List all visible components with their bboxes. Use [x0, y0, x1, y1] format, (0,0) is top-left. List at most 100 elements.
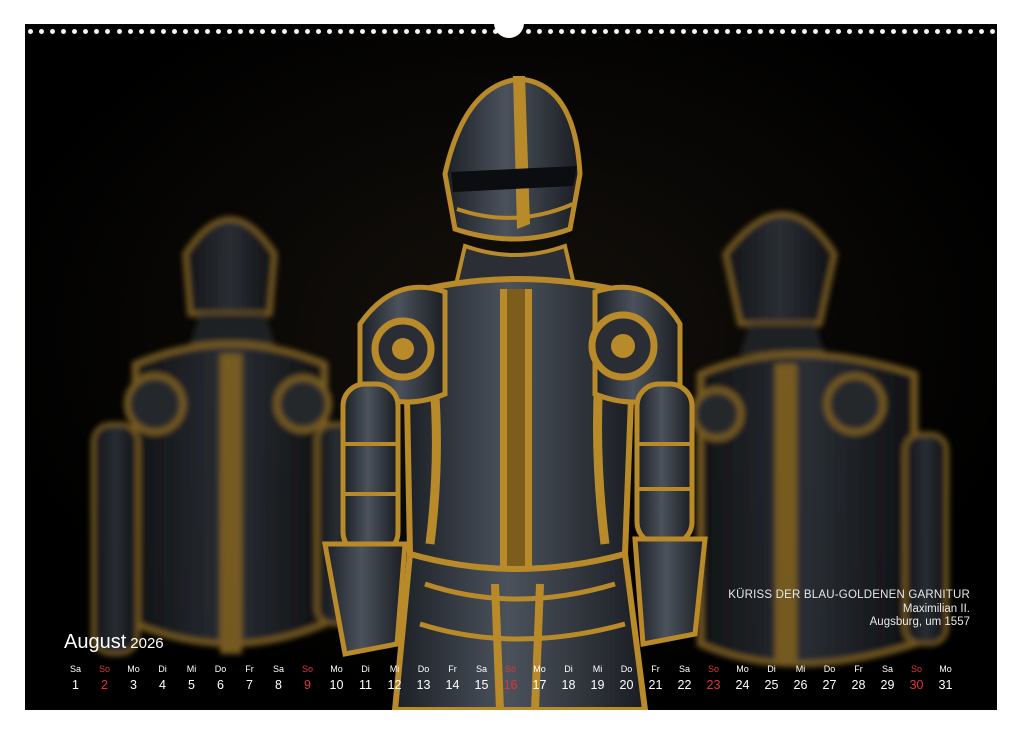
- weekday-label: Sa: [69, 664, 81, 674]
- binding-hole: [127, 28, 133, 34]
- binding-hole: [72, 28, 78, 34]
- day-number: 20: [619, 678, 634, 692]
- day-number: 22: [677, 678, 692, 692]
- weekday-label: Fr: [651, 664, 660, 674]
- binding-hole: [990, 28, 996, 34]
- binding-hole: [647, 28, 653, 34]
- binding-hole: [28, 28, 33, 34]
- binding-hole: [426, 28, 432, 34]
- binding-hole: [83, 28, 89, 34]
- calendar-day: Di 11: [351, 662, 380, 694]
- binding-hole: [547, 28, 553, 34]
- day-number: 19: [590, 678, 605, 692]
- weekday-label: Mo: [330, 664, 343, 674]
- calendar-day: Do 13: [409, 662, 438, 694]
- day-number: 29: [880, 678, 895, 692]
- calendar-day: Do 27: [815, 662, 844, 694]
- day-number: 24: [735, 678, 750, 692]
- weekday-label: So: [98, 664, 110, 674]
- calendar-day: So 30: [902, 662, 931, 694]
- binding-hole: [525, 28, 531, 34]
- caption-line-2: Maximilian II.: [902, 602, 970, 615]
- binding-hole: [337, 28, 343, 34]
- year: 2026: [130, 635, 164, 652]
- weekday-label: Di: [564, 664, 573, 674]
- day-number: 31: [938, 678, 953, 692]
- binding-hole: [282, 28, 288, 34]
- calendar-day: Do 20: [612, 662, 641, 694]
- day-number: 30: [909, 678, 924, 692]
- day-number: 12: [387, 678, 402, 692]
- binding-hole: [603, 28, 609, 34]
- binding-hole: [116, 28, 122, 34]
- day-number: 18: [561, 678, 576, 692]
- day-number: 14: [445, 678, 460, 692]
- binding-hole: [536, 28, 542, 34]
- calendar-day: Di 18: [554, 662, 583, 694]
- binding-hole: [968, 28, 974, 34]
- day-number: 10: [329, 678, 344, 692]
- calendar-day: So 2: [90, 662, 119, 694]
- binding-hole: [879, 28, 885, 34]
- calendar-day: Fr 7: [235, 662, 264, 694]
- calendar-day: Di 25: [757, 662, 786, 694]
- binding-hole: [658, 28, 664, 34]
- weekday-label: Do: [214, 664, 227, 674]
- day-number: 27: [822, 678, 837, 692]
- binding-hole: [702, 28, 708, 34]
- weekday-label: Mo: [736, 664, 749, 674]
- binding-hole: [249, 28, 255, 34]
- calendar-day: Sa 22: [670, 662, 699, 694]
- weekday-label: Di: [158, 664, 167, 674]
- binding-hole: [769, 28, 775, 34]
- day-number: 5: [188, 678, 195, 692]
- binding-hole: [913, 28, 918, 34]
- binding-hole: [227, 28, 233, 34]
- weekday-label: Sa: [272, 664, 284, 674]
- calendar-day: Mo 3: [119, 662, 148, 694]
- weekday-label: Di: [361, 664, 370, 674]
- binding-hole: [149, 28, 155, 34]
- binding-hole: [205, 28, 210, 34]
- caption-title: KÜRISS DER BLAU-GOLDENEN GARNITUR: [728, 589, 970, 601]
- calendar-day: Mi 5: [177, 662, 206, 694]
- binding-hole: [138, 28, 144, 34]
- day-number: 3: [130, 678, 137, 692]
- weekday-label: So: [504, 664, 516, 674]
- binding-hole: [946, 28, 952, 34]
- day-number: 1: [72, 678, 79, 692]
- binding-hole: [824, 28, 830, 34]
- day-number: 17: [532, 678, 547, 692]
- calendar-day: Mi 12: [380, 662, 409, 694]
- month-name: August: [64, 631, 127, 653]
- binding-hole: [669, 28, 675, 34]
- calendar-day: Sa 29: [873, 662, 902, 694]
- binding-hole: [160, 28, 166, 34]
- weekday-label: So: [301, 664, 313, 674]
- binding-hole: [614, 28, 620, 34]
- calendar-day: Do 6: [206, 662, 235, 694]
- calendar-day: Mi 26: [786, 662, 815, 694]
- weekday-label: Do: [823, 664, 836, 674]
- binding-hole: [61, 28, 67, 34]
- day-number: 25: [764, 678, 779, 692]
- weekday-label: So: [910, 664, 922, 674]
- binding-hole: [315, 28, 321, 34]
- binding-hole: [979, 28, 985, 34]
- calendar-day: Fr 28: [844, 662, 873, 694]
- binding-hole: [957, 28, 963, 34]
- weekday-label: Do: [620, 664, 633, 674]
- binding-hole: [935, 28, 941, 34]
- day-number: 11: [359, 678, 372, 692]
- weekday-label: Mi: [186, 664, 197, 674]
- binding-hole: [193, 28, 199, 34]
- calendar-day: Mi 19: [583, 662, 612, 694]
- binding-hole: [415, 28, 421, 34]
- binding-hole: [304, 28, 310, 34]
- weekday-label: Sa: [475, 664, 487, 674]
- binding-hole: [625, 28, 631, 34]
- binding-hole: [105, 28, 111, 34]
- binding-hole: [393, 28, 399, 34]
- binding-hole: [293, 28, 299, 34]
- month-title: August 2026: [64, 631, 164, 654]
